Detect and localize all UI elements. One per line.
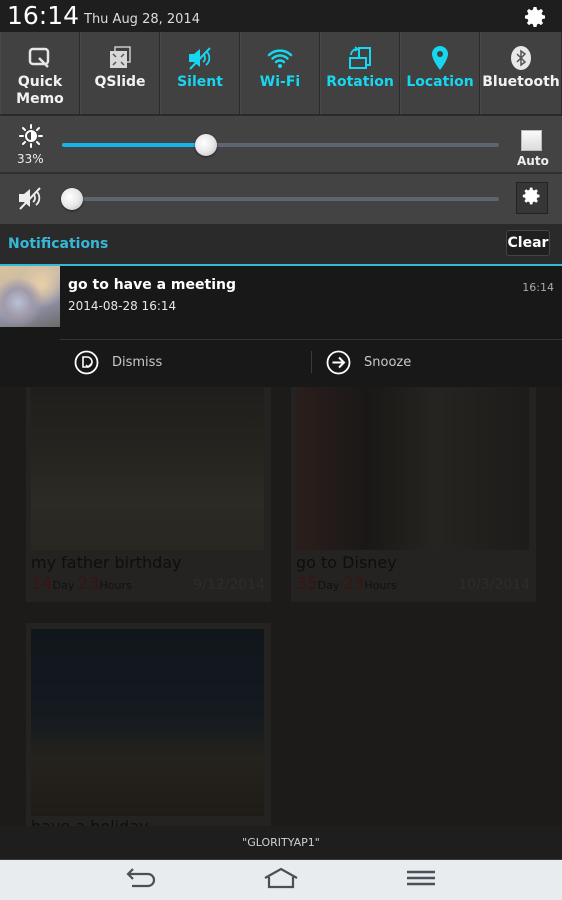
- tile-label: QSlide: [94, 74, 146, 90]
- event-card-countdown: 14Day 23Hours: [31, 574, 132, 594]
- location-icon: [427, 46, 453, 70]
- event-card-image: [31, 387, 264, 550]
- tile-qslide[interactable]: QSlide: [80, 32, 160, 114]
- dismiss-icon: [74, 350, 99, 375]
- notification-title: go to have a meeting: [68, 277, 236, 293]
- tile-label: Quick: [17, 74, 63, 90]
- event-card: go to Disney 35Day 23Hours 10/3/2014: [291, 387, 536, 602]
- tile-label: Location: [406, 74, 474, 90]
- snooze-button[interactable]: Snooze: [326, 349, 411, 375]
- action-separator: [311, 351, 312, 373]
- slider-panel: 33% Auto: [0, 116, 562, 224]
- hours-unit: Hours: [99, 579, 132, 592]
- notifications-header: Notifications Clear: [0, 224, 562, 266]
- brightness-percent: 33%: [17, 152, 44, 166]
- hours-value: 23: [77, 574, 100, 594]
- divider: [60, 339, 562, 340]
- snooze-label: Snooze: [364, 354, 412, 370]
- event-card-date: 10/3/2014: [458, 577, 530, 593]
- event-card-image: [31, 629, 264, 816]
- brightness-icon: [19, 124, 43, 148]
- days-value: 14: [31, 574, 53, 594]
- tile-quick-memo[interactable]: Quick Memo: [0, 32, 80, 114]
- date: Thu Aug 28, 2014: [84, 12, 200, 27]
- tile-wifi[interactable]: Wi-Fi: [240, 32, 320, 114]
- days-unit: Day: [317, 579, 340, 592]
- auto-brightness-label: Auto: [517, 154, 549, 168]
- arrow-right-circle-icon: [326, 350, 351, 375]
- hours-unit: Hours: [364, 579, 397, 592]
- brightness-slider[interactable]: [62, 143, 499, 147]
- background-app: my father birthday 14Day 23Hours 9/12/20…: [0, 387, 562, 827]
- event-card: my father birthday 14Day 23Hours 9/12/20…: [26, 387, 271, 602]
- tile-label: Bluetooth: [482, 74, 560, 90]
- brightness-slider-fill: [62, 143, 207, 147]
- event-card-title: my father birthday: [31, 553, 182, 572]
- days-unit: Day: [52, 579, 75, 592]
- tile-bluetooth[interactable]: Bluetooth: [480, 32, 562, 114]
- rotation-icon: [347, 46, 373, 70]
- bluetooth-icon: [508, 46, 534, 70]
- clock: 16:14: [7, 1, 80, 30]
- tile-silent[interactable]: Silent: [160, 32, 240, 114]
- volume-slider-thumb[interactable]: [61, 188, 83, 210]
- dismiss-button[interactable]: Dismiss: [74, 349, 162, 375]
- notification-time: 16:14: [522, 281, 554, 294]
- volume-slider[interactable]: [62, 197, 499, 201]
- tile-label: Silent: [177, 74, 223, 90]
- home-button[interactable]: [261, 866, 301, 894]
- quick-memo-icon: [27, 46, 53, 70]
- home-icon: [263, 867, 299, 893]
- hours-value: 23: [342, 574, 365, 594]
- notification-subtitle: 2014-08-28 16:14: [68, 299, 177, 313]
- tile-rotation[interactable]: Rotation: [320, 32, 400, 114]
- gear-icon: [522, 186, 542, 210]
- brightness-slider-thumb[interactable]: [195, 134, 218, 156]
- navigation-bar: [0, 860, 562, 900]
- tile-label: Wi-Fi: [259, 74, 301, 90]
- silent-icon: [187, 46, 213, 70]
- event-card-image: [296, 387, 529, 550]
- back-icon: [124, 867, 158, 893]
- tile-label: Memo: [16, 91, 64, 107]
- wifi-icon: [267, 46, 293, 70]
- days-value: 35: [296, 574, 318, 594]
- quick-settings-row: Quick Memo QSlide Silent Wi-Fi Rotation …: [0, 32, 562, 116]
- event-card-date: 9/12/2014: [193, 577, 265, 593]
- dismiss-label: Dismiss: [112, 354, 163, 370]
- auto-brightness-checkbox[interactable]: [521, 130, 542, 151]
- brightness-row: 33% Auto: [0, 118, 562, 174]
- back-button[interactable]: [121, 866, 161, 894]
- wifi-network-bar: "GLORITYAP1": [0, 826, 562, 860]
- status-bar: 16:14 Thu Aug 28, 2014: [0, 0, 562, 32]
- sound-settings-button[interactable]: [516, 182, 548, 214]
- menu-icon: [406, 868, 436, 892]
- notification-thumbnail: [0, 266, 60, 327]
- event-card: have a holiday: [26, 623, 271, 827]
- tile-label: Rotation: [326, 74, 394, 90]
- qslide-icon: [107, 46, 133, 70]
- clear-button[interactable]: Clear: [506, 230, 550, 256]
- tile-location[interactable]: Location: [400, 32, 480, 114]
- notification-item[interactable]: go to have a meeting 2014-08-28 16:14 16…: [0, 266, 562, 387]
- gear-icon[interactable]: [524, 5, 548, 29]
- menu-button[interactable]: [401, 866, 441, 894]
- notifications-title: Notifications: [8, 236, 109, 252]
- wifi-ssid: "GLORITYAP1": [242, 836, 320, 849]
- event-card-title: go to Disney: [296, 553, 397, 572]
- event-card-countdown: 35Day 23Hours: [296, 574, 397, 594]
- muted-speaker-icon[interactable]: [17, 186, 43, 210]
- volume-row: [0, 174, 562, 230]
